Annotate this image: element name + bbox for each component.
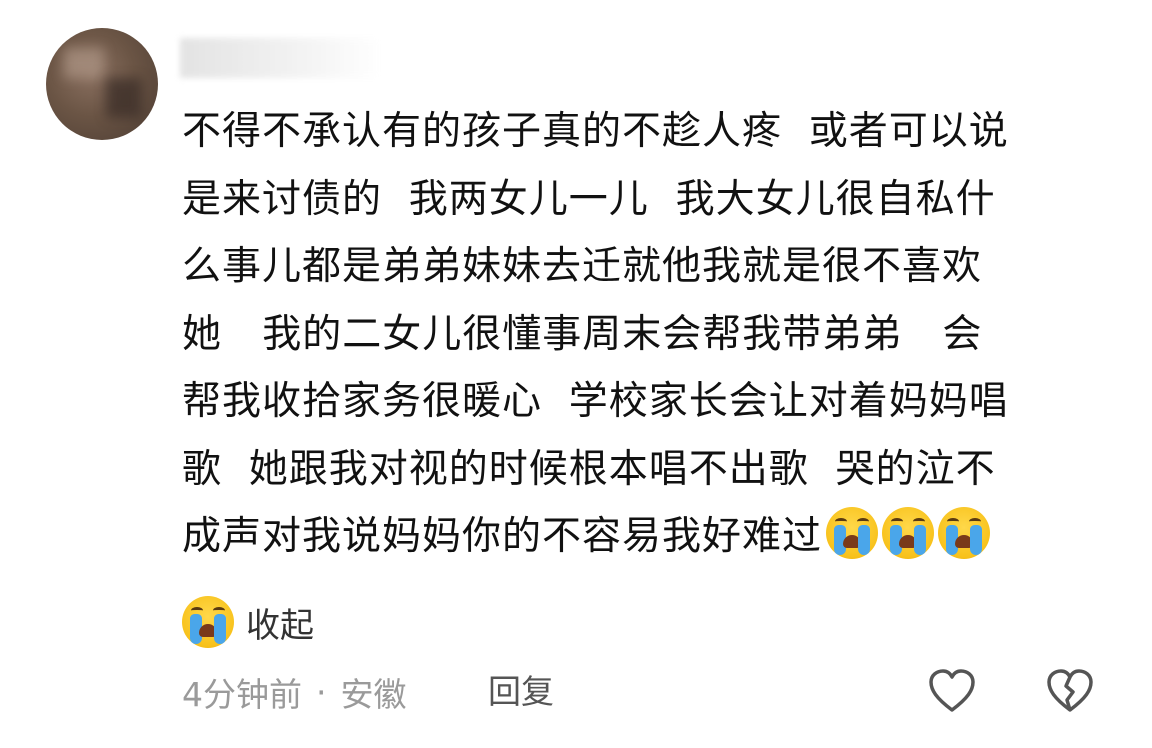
collapse-button[interactable]: 收起 <box>182 594 314 650</box>
dislike-button[interactable] <box>1044 666 1096 718</box>
comment-location: 安徽 <box>340 675 407 714</box>
comment-body: 不得不承认有的孩子真的不趁人疼 或者可以说 是来讨债的 我两女儿一儿 我大女儿很… <box>182 98 1112 571</box>
meta-separator: · <box>316 672 327 712</box>
comment-meta: 4分钟前 · 安徽 <box>182 668 407 716</box>
avatar[interactable] <box>46 28 158 140</box>
heart-outline-icon <box>929 669 975 712</box>
crying-face-emoji-icon <box>182 596 234 648</box>
collapse-label: 收起 <box>246 605 314 646</box>
username-redacted[interactable] <box>180 38 380 78</box>
avatar-blur-region <box>64 48 104 78</box>
comment-time: 4分钟前 <box>182 675 302 714</box>
reply-button[interactable]: 回复 <box>488 668 554 716</box>
comment-line: 帮我收拾家务很暖心 学校家长会让对着妈妈唱 <box>182 379 1009 424</box>
comment-line: 是来讨债的 我两女儿一儿 我大女儿很自私什 <box>182 176 996 222</box>
comment-line: 成声对我说妈妈你的不容易我好难过 <box>182 514 823 559</box>
crying-face-emoji-icon <box>938 507 991 559</box>
broken-heart-outline-icon <box>1047 669 1093 712</box>
comment-line: 么事儿都是弟弟妹妹去迁就他我就是很不喜欢 <box>182 244 983 289</box>
like-button[interactable] <box>926 666 978 718</box>
comment-last-line: 成声对我说妈妈你的不容易我好难过 <box>182 503 1112 571</box>
avatar-blur-region <box>106 78 142 118</box>
crying-face-emoji-icon <box>826 507 879 559</box>
crying-face-emoji-icon <box>882 507 935 559</box>
comment-line: 她 我的二女儿很懂事周末会帮我带弟弟 会 <box>182 311 983 357</box>
comment-line: 歌 她跟我对视的时候根本唱不出歌 哭的泣不 <box>182 446 996 492</box>
comment-line: 不得不承认有的孩子真的不趁人疼 或者可以说 <box>182 109 1009 154</box>
